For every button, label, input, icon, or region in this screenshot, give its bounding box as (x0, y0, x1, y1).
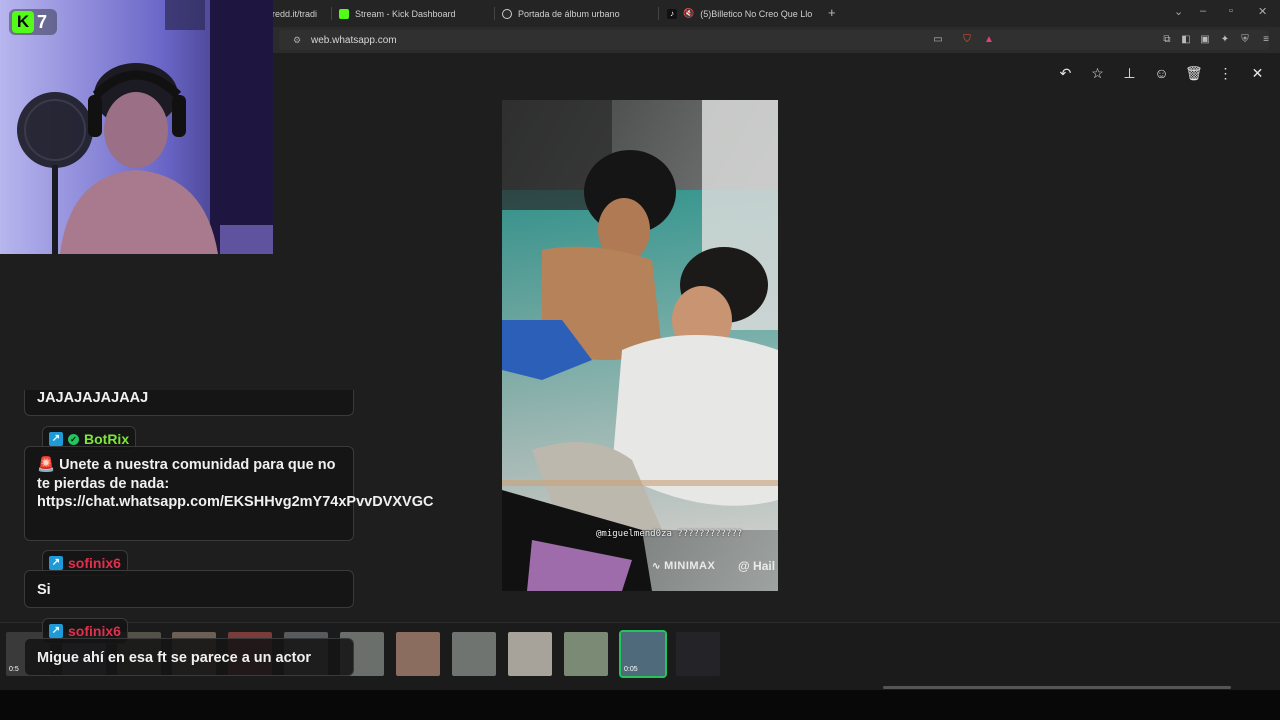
chat-message: 🚨 Unete a nuestra comunidad para que no … (24, 446, 433, 541)
chat-message: Si (24, 570, 354, 608)
leo-ai-icon[interactable]: ✦ (1219, 34, 1231, 46)
tab-search-icon[interactable]: ⌄ (1174, 5, 1183, 18)
media-thumbnail[interactable] (676, 632, 720, 676)
star-icon[interactable]: ☆ (1089, 65, 1106, 82)
watermark-hail: @ Hail (738, 559, 776, 573)
media-thumbnail[interactable] (452, 632, 496, 676)
watermark-minimax: ∿ MINIMAX (652, 560, 716, 572)
brave-rewards-icon[interactable]: ▲ (983, 34, 995, 46)
reply-icon[interactable]: ↶ (1057, 65, 1074, 82)
tiktok-icon: ♪ (667, 8, 677, 19)
chat-message: JAJAJAJAJAAJ (24, 390, 354, 416)
photo-illustration (502, 100, 778, 591)
webcam-overlay: K 7 (0, 0, 273, 254)
menu-icon[interactable]: ≡ (1260, 34, 1272, 46)
screen: redd.it/tradi Stream - Kick Dashboard Po… (0, 0, 1280, 720)
badge-count: 7 (37, 11, 48, 32)
site-settings-icon[interactable]: ⚙ (293, 35, 303, 45)
close-icon[interactable]: ✕ (1249, 65, 1266, 82)
more-options-icon[interactable]: ⋮ (1217, 65, 1234, 82)
chat-message-text: Migue ahí en esa ft se parece a un actor (37, 650, 311, 666)
tab-reddit[interactable]: redd.it/tradi (272, 4, 326, 23)
vpn-icon[interactable]: ⛨ (1239, 34, 1251, 46)
chat-username: BotRix (84, 431, 130, 447)
url-field[interactable]: web.whatsapp.com (311, 35, 397, 46)
badge-icon: ↗ (49, 624, 63, 638)
new-tab-button[interactable]: + (828, 5, 836, 20)
tab-tiktok[interactable]: ♪ 🔇 (5)Billetico No Creo Que Llores - (667, 4, 812, 23)
tab-label: Stream - Kick Dashboard (355, 8, 456, 19)
minimize-icon[interactable]: – (1200, 5, 1206, 17)
thumbnail-scrollbar[interactable] (883, 686, 1231, 689)
media-thumbnail[interactable] (396, 632, 440, 676)
media-thumbnail-selected[interactable]: 0:05 (619, 630, 667, 678)
media-image[interactable]: @miguelmend0za ???????????? ∿ MINIMAX @ … (502, 100, 778, 591)
tab-portada[interactable]: Portada de álbum urbano (502, 4, 652, 23)
tab-divider (494, 7, 495, 20)
chat-message-text: Si (37, 582, 51, 598)
wallet-icon[interactable]: ▣ (1199, 34, 1211, 46)
tab-label: Portada de álbum urbano (518, 8, 620, 19)
tab-label: (5)Billetico No Creo Que Llores - (700, 8, 812, 19)
muted-icon[interactable]: 🔇 (683, 8, 694, 19)
at-icon: @ (738, 559, 754, 573)
chat-message-text: JAJAJAJAJAAJ (37, 390, 149, 406)
taskbar-area (0, 690, 1280, 720)
close-window-icon[interactable]: ✕ (1258, 5, 1267, 18)
tab-kick-dashboard[interactable]: Stream - Kick Dashboard (339, 4, 489, 23)
restore-icon[interactable]: ▫ (1229, 5, 1233, 17)
webcam-illustration (0, 0, 273, 254)
video-duration: 0:05 (624, 666, 638, 673)
viewer-toolbar: ↶ ☆ ⊥ ☺ 🗑 ⋮ ✕ (1057, 65, 1266, 82)
address-bar: ⚙ web.whatsapp.com ▭ ⛉ ▲ ⧉ ◧ ▣ ✦ ⛨ ≡ (273, 27, 1280, 53)
tab-label: redd.it/tradi (272, 8, 318, 19)
chat-icon (502, 8, 512, 19)
delete-icon[interactable]: 🗑 (1185, 65, 1203, 82)
media-caption: @miguelmend0za ???????????? (596, 529, 743, 539)
emoji-icon[interactable]: ☺ (1153, 65, 1170, 82)
verified-icon: ✓ (68, 433, 79, 445)
badge-icon: ↗ (49, 556, 63, 570)
tab-divider (658, 7, 659, 20)
kick-logo-icon: K (12, 11, 34, 33)
sidebar-icon[interactable]: ◧ (1180, 34, 1192, 46)
extensions-icon[interactable]: ⧉ (1161, 34, 1173, 46)
pin-icon[interactable]: ⊥ (1121, 65, 1138, 82)
bot-badge-icon: ↗ (49, 432, 63, 446)
kick-follower-badge: K 7 (9, 9, 57, 35)
chat-username: sofinix6 (68, 555, 121, 571)
media-thumbnail[interactable] (564, 632, 608, 676)
tab-divider (331, 7, 332, 20)
chat-message: Migue ahí en esa ft se parece a un actor (24, 638, 354, 676)
media-thumbnail[interactable] (508, 632, 552, 676)
brave-shield-icon[interactable]: ⛉ (961, 34, 973, 46)
cast-icon[interactable]: ▭ (932, 34, 944, 46)
waveform-icon: ∿ (652, 561, 665, 572)
url-field-container[interactable]: ⚙ web.whatsapp.com ▭ ⛉ ▲ (279, 30, 1269, 50)
chat-username: sofinix6 (68, 623, 121, 639)
kick-icon (339, 8, 349, 19)
